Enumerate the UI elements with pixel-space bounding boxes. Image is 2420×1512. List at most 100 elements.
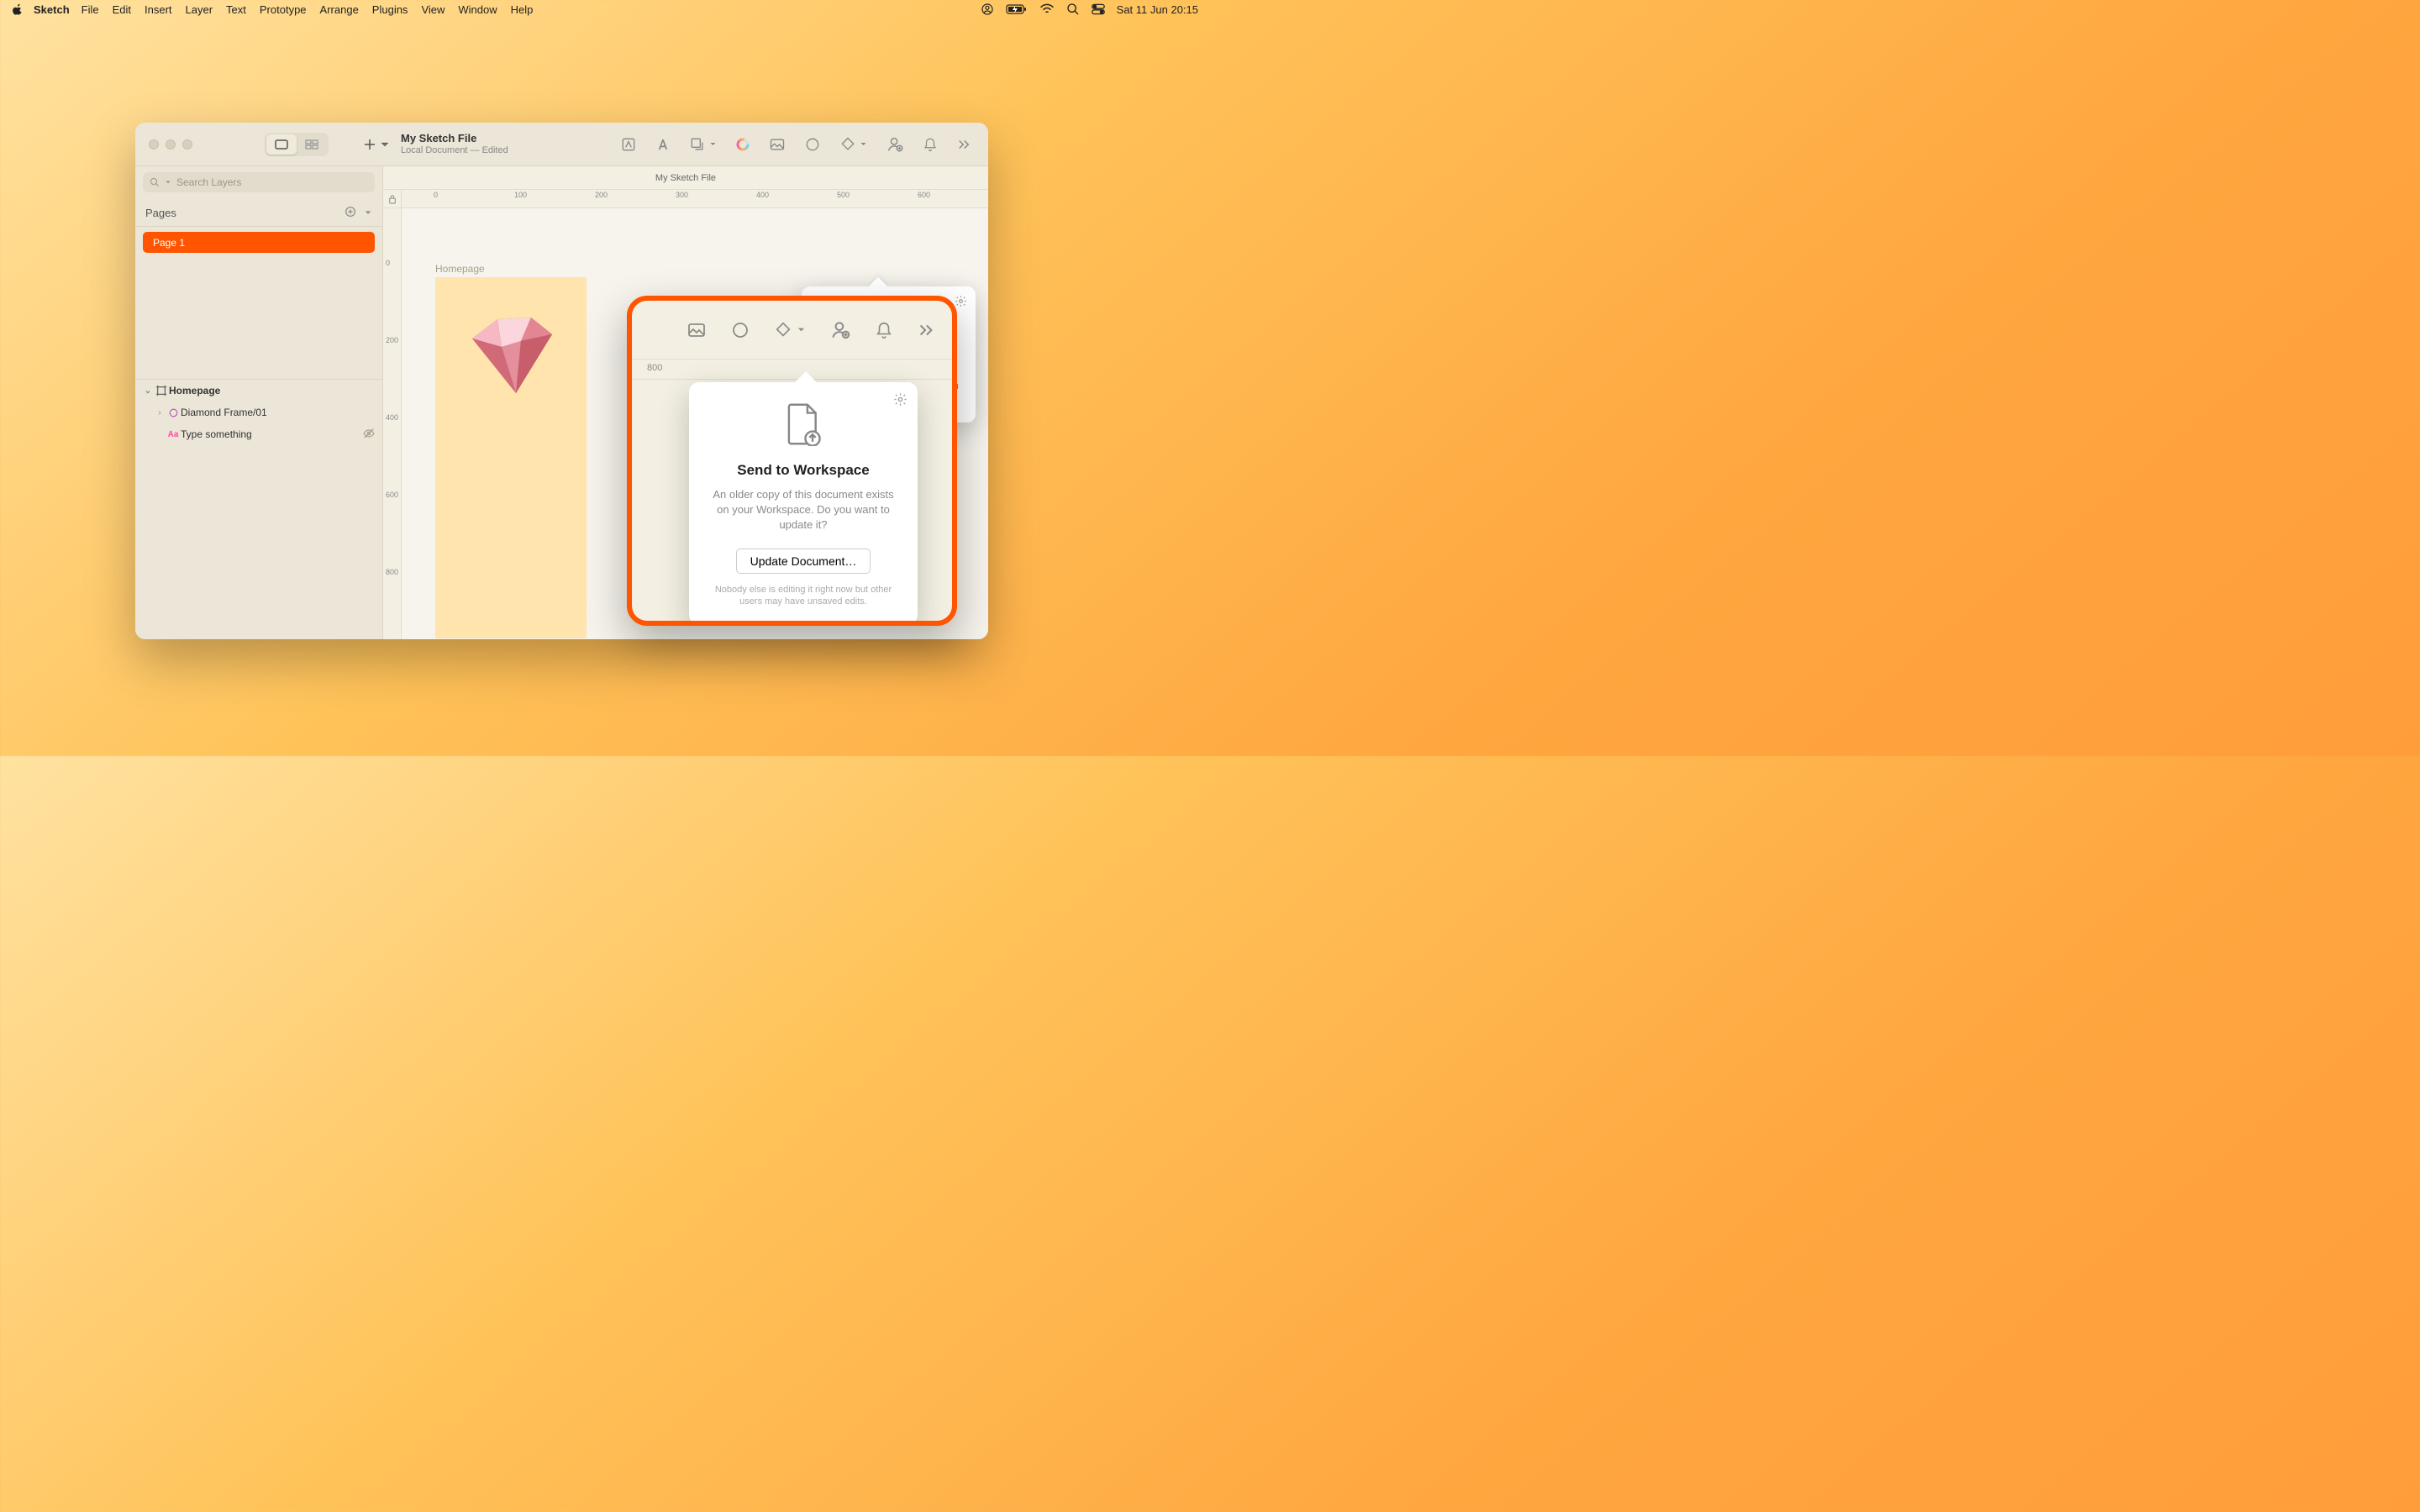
menu-edit[interactable]: Edit xyxy=(113,3,131,16)
chevron-down-icon[interactable]: ⌄ xyxy=(142,386,154,396)
gear-icon[interactable] xyxy=(893,392,908,411)
ruler-tick: 800 xyxy=(647,363,662,373)
document-tab-label: My Sketch File xyxy=(655,173,716,183)
rotate-tool-icon[interactable] xyxy=(804,136,821,153)
layer-text[interactable]: Aa Type something xyxy=(135,423,382,445)
ruler-tick: 800 xyxy=(386,568,398,576)
create-symbol-icon[interactable] xyxy=(774,321,806,339)
menu-window[interactable]: Window xyxy=(458,3,497,16)
hidden-layer-icon[interactable] xyxy=(362,427,376,443)
menu-help[interactable]: Help xyxy=(511,3,534,16)
ruler-tick: 600 xyxy=(386,491,398,499)
layer-group-name: Diamond Frame/01 xyxy=(181,407,267,418)
zoom-callout: 800 Send to Workspace An older copy of t… xyxy=(627,296,957,626)
vertical-ruler[interactable]: 0 200 400 600 800 xyxy=(383,208,402,639)
minimize-window-button[interactable] xyxy=(166,139,176,150)
layer-artboard[interactable]: ⌄ Homepage xyxy=(135,380,382,402)
image-tool-icon[interactable] xyxy=(687,320,707,340)
resize-tool-icon[interactable] xyxy=(689,136,717,153)
artboard-icon xyxy=(154,385,169,396)
collapse-pages-icon[interactable] xyxy=(364,207,372,219)
ruler-tick: 0 xyxy=(434,191,438,199)
layer-text-name: Type something xyxy=(181,428,252,440)
components-segment[interactable] xyxy=(297,134,327,155)
rotate-tool-icon[interactable] xyxy=(730,320,750,340)
diamond-graphic[interactable] xyxy=(455,309,565,402)
ruler-tick: 200 xyxy=(386,336,398,344)
artboard-label[interactable]: Homepage xyxy=(435,263,485,275)
menu-arrange[interactable]: Arrange xyxy=(320,3,359,16)
horizontal-ruler[interactable]: 0 100 200 300 400 500 600 xyxy=(402,190,988,208)
more-tools-icon[interactable] xyxy=(956,139,971,150)
ruler-tick: 300 xyxy=(676,191,688,199)
collaborate-icon[interactable] xyxy=(829,319,851,341)
menu-file[interactable]: File xyxy=(82,3,99,16)
insert-button[interactable] xyxy=(362,137,389,152)
page-row-selected[interactable]: Page 1 xyxy=(143,232,375,253)
chevron-right-icon[interactable]: › xyxy=(154,408,166,417)
menu-prototype[interactable]: Prototype xyxy=(260,3,307,16)
document-title: My Sketch File xyxy=(401,133,508,144)
layer-list-segment[interactable] xyxy=(266,134,297,155)
menu-plugins[interactable]: Plugins xyxy=(372,3,408,16)
pages-header: Pages xyxy=(135,198,382,227)
menu-insert[interactable]: Insert xyxy=(145,3,172,16)
user-icon[interactable] xyxy=(981,3,994,16)
apple-menu-icon[interactable] xyxy=(12,3,24,15)
create-symbol-icon[interactable] xyxy=(839,136,867,153)
traffic-lights xyxy=(135,139,206,150)
symbol-instance-icon xyxy=(166,407,181,418)
ruler-tick: 0 xyxy=(386,259,390,267)
callout-toolbar xyxy=(632,301,952,360)
menu-layer[interactable]: Layer xyxy=(186,3,213,16)
ruler-tick: 500 xyxy=(837,191,850,199)
document-title-group: My Sketch File Local Document — Edited xyxy=(401,133,508,155)
popover-body: An older copy of this document exists on… xyxy=(708,487,899,533)
gear-icon[interactable] xyxy=(955,295,967,312)
search-placeholder: Search Layers xyxy=(176,176,241,188)
ruler-tick: 100 xyxy=(514,191,527,199)
sidebar-view-segmented-control xyxy=(265,133,329,156)
ruler-tick: 600 xyxy=(918,191,930,199)
document-tab[interactable]: My Sketch File xyxy=(383,166,988,190)
search-layers-input[interactable]: Search Layers xyxy=(143,172,375,192)
close-window-button[interactable] xyxy=(149,139,159,150)
add-page-icon[interactable] xyxy=(344,205,357,221)
layer-artboard-name: Homepage xyxy=(169,385,220,396)
left-sidebar: Search Layers Pages Page 1 ⌄ Homepage xyxy=(135,166,383,639)
page-name: Page 1 xyxy=(153,237,185,249)
layer-group[interactable]: › Diamond Frame/01 xyxy=(135,402,382,423)
notifications-icon[interactable] xyxy=(923,136,938,153)
text-layer-icon: Aa xyxy=(166,430,181,439)
macos-menubar: Sketch File Edit Insert Layer Text Proto… xyxy=(0,0,1210,18)
menubar-clock[interactable]: Sat 11 Jun 20:15 xyxy=(1117,3,1198,16)
update-document-button[interactable]: Update Document… xyxy=(736,549,871,574)
symbol-tool-icon[interactable] xyxy=(620,136,637,153)
menubar-app-name[interactable]: Sketch xyxy=(34,3,70,16)
spotlight-icon[interactable] xyxy=(1066,3,1080,16)
image-tool-icon[interactable] xyxy=(769,136,786,153)
wifi-icon[interactable] xyxy=(1039,3,1055,15)
tint-tool-icon[interactable] xyxy=(735,137,750,152)
notifications-icon[interactable] xyxy=(875,320,893,340)
menu-text[interactable]: Text xyxy=(226,3,246,16)
popover-title: Send to Workspace xyxy=(708,462,899,479)
callout-ruler: 800 xyxy=(632,360,952,380)
window-toolbar: My Sketch File Local Document — Edited xyxy=(135,123,988,166)
send-to-workspace-popover-enlarged: Send to Workspace An older copy of this … xyxy=(689,382,918,625)
zoom-window-button[interactable] xyxy=(182,139,192,150)
more-tools-icon[interactable] xyxy=(917,323,935,338)
menu-view[interactable]: View xyxy=(421,3,445,16)
ruler-tick: 400 xyxy=(386,413,398,422)
popover-footnote: Nobody else is editing it right now but … xyxy=(708,584,899,609)
control-center-icon[interactable] xyxy=(1092,3,1105,15)
collaborate-icon[interactable] xyxy=(886,135,904,154)
ruler-tick: 400 xyxy=(756,191,769,199)
text-tool-icon[interactable] xyxy=(655,137,671,152)
ruler-tick: 200 xyxy=(595,191,608,199)
layer-list: ⌄ Homepage › Diamond Frame/01 Aa Type so… xyxy=(135,379,382,445)
battery-icon[interactable] xyxy=(1006,3,1028,15)
document-upload-icon xyxy=(785,402,822,446)
pages-header-label: Pages xyxy=(145,207,176,219)
ruler-origin-lock[interactable] xyxy=(383,190,402,208)
